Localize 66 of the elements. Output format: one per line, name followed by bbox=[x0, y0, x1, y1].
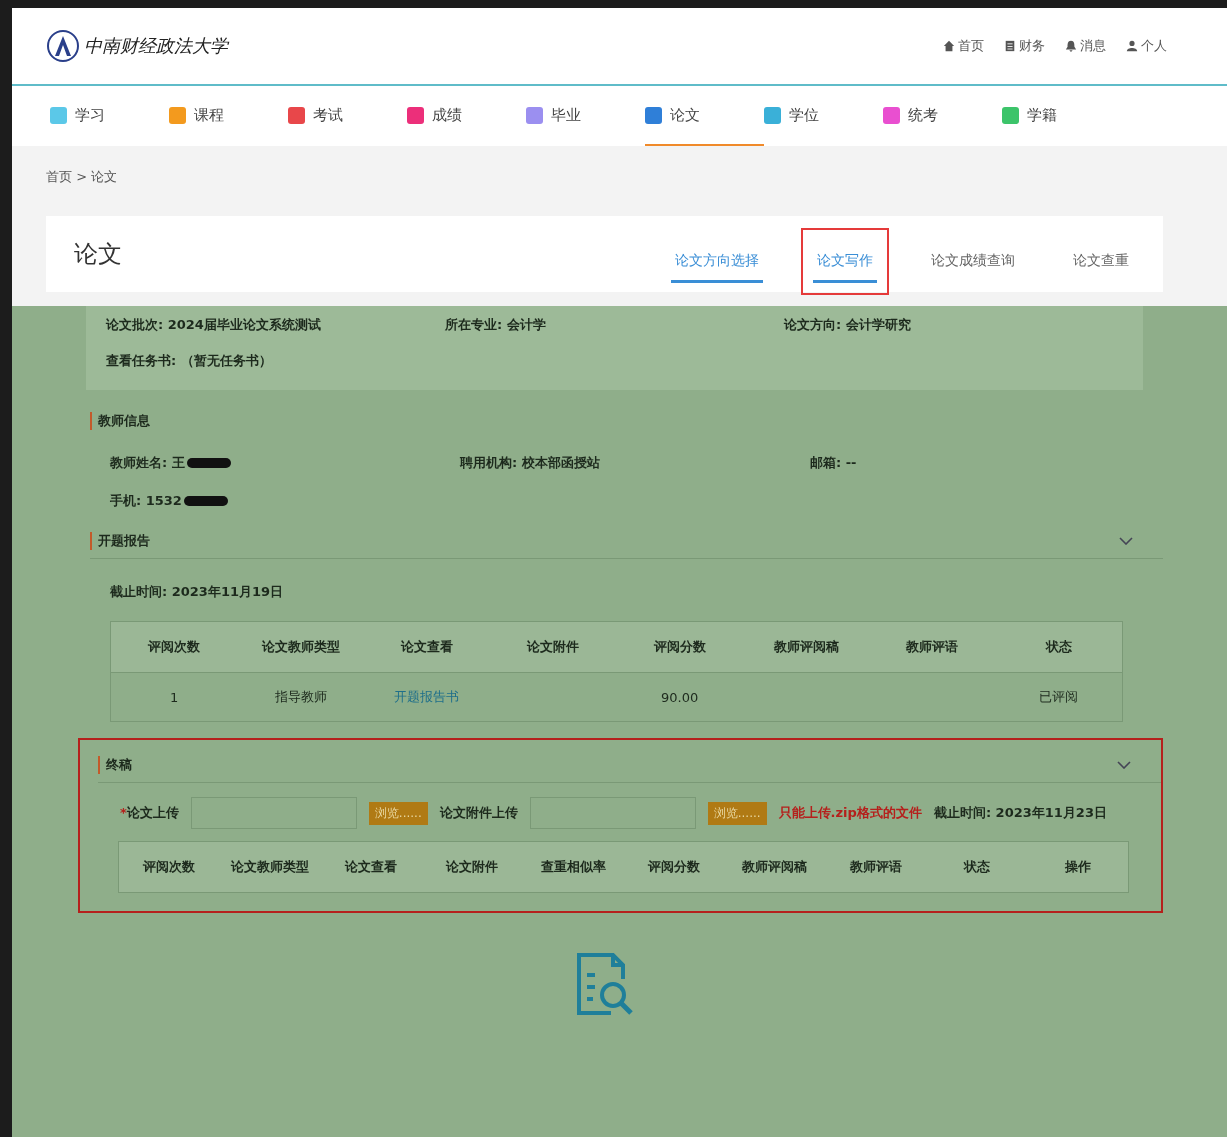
home-icon bbox=[943, 40, 955, 52]
info-field: 教师姓名: 王 bbox=[110, 454, 185, 472]
section-title: 教师信息 bbox=[90, 412, 150, 430]
column-header: 论文教师类型 bbox=[229, 858, 311, 876]
section-title: 开题报告 bbox=[90, 532, 150, 550]
nav-tab[interactable]: 学位 bbox=[764, 86, 883, 146]
column-header: 论文附件 bbox=[444, 858, 500, 876]
chevron-down-icon[interactable] bbox=[1119, 537, 1133, 545]
header-link[interactable]: 财务 bbox=[1019, 37, 1045, 55]
list-icon bbox=[1004, 40, 1016, 52]
university-logo-text: 中南财经政法大学 bbox=[84, 34, 228, 58]
nav-tab[interactable]: 统考 bbox=[883, 86, 1002, 146]
column-header: 论文查看 bbox=[399, 638, 454, 656]
column-header: 论文教师类型 bbox=[260, 638, 341, 656]
user-icon bbox=[1126, 40, 1138, 52]
info-field: 邮箱: -- bbox=[810, 454, 857, 472]
info-field: 手机: 1532 bbox=[110, 492, 182, 510]
header-link[interactable]: 首页 bbox=[958, 37, 984, 55]
page-title: 论文 bbox=[74, 239, 122, 270]
bell-icon bbox=[1065, 40, 1077, 52]
column-header: 操作 bbox=[1063, 858, 1092, 876]
tab[interactable]: 论文写作 bbox=[801, 227, 889, 295]
table-cell-text: 已评阅 bbox=[1038, 688, 1080, 706]
upload-note: 只能上传.zip格式的文件 bbox=[778, 804, 922, 822]
info-field: 聘用机构: 校本部函授站 bbox=[460, 454, 600, 472]
column-header: 论文附件 bbox=[525, 638, 581, 656]
required-mark: * bbox=[120, 805, 127, 820]
table-cell-text: 1 bbox=[169, 689, 180, 705]
nav-tab[interactable]: 毕业 bbox=[526, 86, 645, 146]
info-field: 所在专业: 会计学 bbox=[445, 316, 784, 334]
column-header: 评阅分数 bbox=[652, 638, 707, 656]
tab[interactable]: 论文查重 bbox=[1057, 227, 1145, 295]
table-cell-text: 指导教师 bbox=[273, 688, 328, 706]
column-header: 评阅次数 bbox=[142, 858, 197, 876]
nav-tab[interactable]: 论文 bbox=[645, 86, 764, 146]
nav-tab[interactable]: 课程 bbox=[169, 86, 288, 146]
section-title: 终稿 bbox=[98, 756, 132, 774]
header-link[interactable]: 消息 bbox=[1080, 37, 1106, 55]
header-link[interactable]: 个人 bbox=[1141, 37, 1167, 55]
tab[interactable]: 论文方向选择 bbox=[659, 227, 775, 295]
nav-tab[interactable]: 学籍 bbox=[1002, 86, 1121, 146]
field-label: 论文上传 bbox=[126, 805, 179, 820]
column-header: 教师评阅稿 bbox=[772, 638, 840, 656]
breadcrumb: 首页 > 论文 bbox=[46, 168, 119, 186]
nav-tab[interactable]: 学习 bbox=[50, 86, 169, 146]
column-header: 论文查看 bbox=[343, 858, 399, 876]
column-header: 教师评阅稿 bbox=[741, 858, 809, 876]
info-field: 查看任务书: （暂无任务书） bbox=[106, 352, 456, 370]
column-header: 教师评语 bbox=[848, 858, 903, 876]
column-header: 评阅次数 bbox=[147, 638, 202, 656]
info-field: 论文批次: 2024届毕业论文系统测试 bbox=[106, 316, 445, 334]
column-header: 状态 bbox=[1044, 638, 1073, 656]
column-header: 状态 bbox=[962, 858, 991, 876]
deadline-text: 截止时间: 2023年11月19日 bbox=[110, 584, 284, 599]
table-cell-text: 90.00 bbox=[660, 689, 700, 705]
chevron-down-icon[interactable] bbox=[1117, 761, 1131, 769]
column-header: 查重相似率 bbox=[539, 858, 607, 876]
column-header: 教师评语 bbox=[905, 638, 960, 656]
nav-tab[interactable]: 成绩 bbox=[407, 86, 526, 146]
info-field: 论文方向: 会计学研究 bbox=[784, 316, 1123, 334]
field-label: 论文附件上传 bbox=[439, 804, 518, 822]
nav-tab[interactable]: 考试 bbox=[288, 86, 407, 146]
column-header: 评阅分数 bbox=[646, 858, 701, 876]
university-emblem-icon bbox=[46, 29, 80, 63]
tab[interactable]: 论文成绩查询 bbox=[915, 227, 1031, 295]
deadline-text: 截止时间: 2023年11月23日 bbox=[933, 804, 1107, 822]
